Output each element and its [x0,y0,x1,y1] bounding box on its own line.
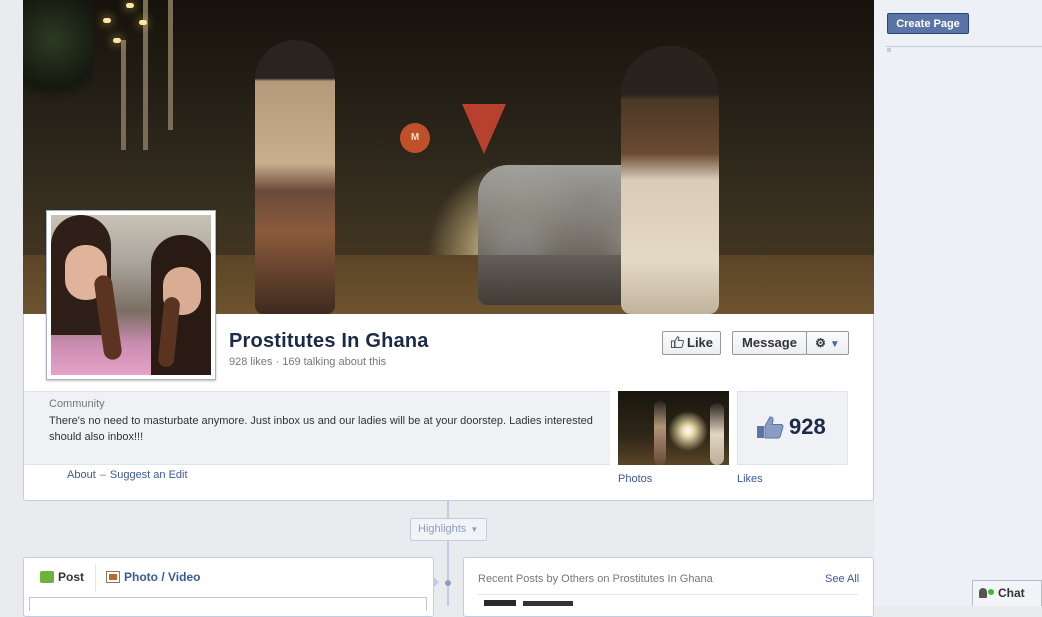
see-all-link[interactable]: See All [825,573,859,585]
tab-post[interactable]: Post [40,570,84,584]
online-status-icon [988,589,994,595]
recent-posts-card [463,557,874,617]
link-separator: – [99,469,106,481]
about-link[interactable]: About [67,469,96,481]
likes-stat[interactable]: 928 likes [229,356,272,368]
page-settings-button[interactable]: ⚙ ▼ [806,331,849,355]
talking-stat: 169 talking about this [282,356,387,368]
recent-post-avatar[interactable] [484,600,516,606]
chat-label: Chat [998,586,1025,600]
timeline-spine [447,501,449,606]
profile-picture[interactable] [51,215,211,375]
profile-picture-frame[interactable] [46,210,216,380]
recent-posts-title: Recent Posts by Others on Prostitutes In… [478,573,713,585]
composer-input[interactable] [29,597,427,611]
like-thumb-icon [757,416,784,439]
likes-link[interactable]: Likes [737,473,763,485]
chevron-down-icon: ▼ [829,339,840,350]
page-stats: 928 likes · 169 talking about this [229,356,386,368]
sidebar-marker [887,48,891,52]
sidebar-divider [886,46,1042,47]
create-page-button[interactable]: Create Page [887,13,969,34]
like-label: Like [687,335,714,350]
cover-figure-right [621,46,719,314]
composer-pointer [433,576,439,588]
photos-tile-figure [710,403,724,465]
tab-photo-video[interactable]: Photo / Video [106,570,200,584]
gear-icon: ⚙ [815,336,826,350]
message-button[interactable]: Message [732,331,807,355]
cover-lamp-pole [121,40,126,150]
highlights-dropdown[interactable]: Highlights ▼ [410,518,487,541]
recent-post-author[interactable] [523,601,573,606]
suggest-edit-link[interactable]: Suggest an Edit [110,469,188,481]
tab-post-label: Post [58,570,85,584]
photos-link[interactable]: Photos [618,473,652,485]
cover-lamp [139,20,147,25]
page-title[interactable]: Prostitutes In Ghana [229,330,429,353]
highlights-label: Highlights [418,523,467,535]
thumbs-up-icon [671,336,684,348]
photo-icon [106,571,120,583]
cover-lamp-pole [168,0,173,130]
cover-lamp [113,38,121,43]
page-description: There's no need to masturbate anymore. J… [49,415,593,443]
tab-divider [95,564,96,592]
tab-photo-label: Photo / Video [124,570,201,584]
cover-lamp [103,18,111,23]
cover-tree [23,0,93,110]
about-links: About – Suggest an Edit [67,469,188,481]
photos-tile[interactable] [618,391,729,465]
cover-road-sign: M [400,123,430,153]
cover-figure-left [255,40,335,314]
timeline-dot [445,580,451,586]
cover-lamp [126,3,134,8]
recent-posts-divider [478,594,858,595]
page-category: Community [49,398,105,410]
cover-yield-sign [462,104,506,154]
right-sidebar [874,0,1042,606]
person-icon [979,588,987,598]
like-button[interactable]: Like [662,331,721,355]
chevron-down-icon: ▼ [470,525,479,534]
status-icon [40,571,54,583]
likes-count: 928 [789,414,826,439]
photos-tile-figure [654,401,666,465]
chat-bar[interactable]: Chat [972,580,1042,606]
